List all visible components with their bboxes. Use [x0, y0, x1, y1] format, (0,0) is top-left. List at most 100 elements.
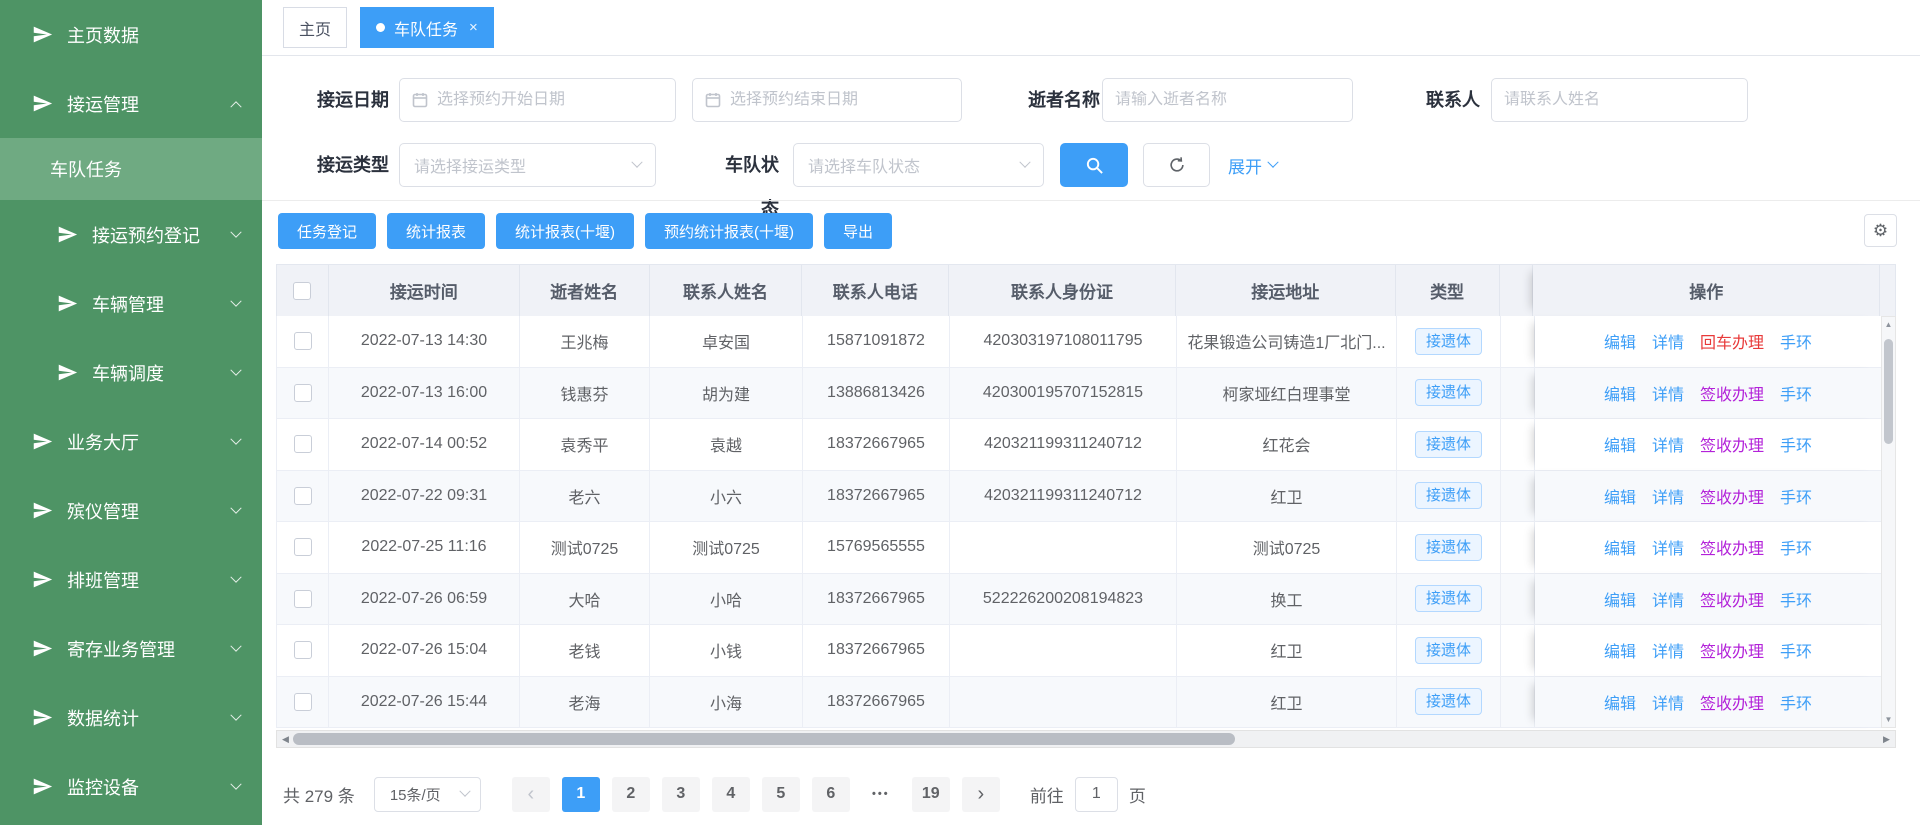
action-link[interactable]: 编辑 [1604, 535, 1636, 559]
expand-link[interactable]: 展开 [1228, 143, 1277, 187]
sidebar-item-8[interactable]: 排班管理 [0, 545, 262, 614]
ellipsis-pages[interactable]: ••• [862, 777, 900, 812]
cell-phone: 13886813426 [803, 368, 950, 419]
page-button-4[interactable]: 4 [712, 777, 750, 812]
row-checkbox[interactable] [294, 538, 312, 556]
action-link[interactable]: 签收办理 [1700, 535, 1764, 559]
sidebar-item-9[interactable]: 寄存业务管理 [0, 614, 262, 683]
toolbar-button-1[interactable]: 统计报表 [387, 213, 485, 249]
sidebar-item-10[interactable]: 数据统计 [0, 683, 262, 752]
action-link[interactable]: 详情 [1652, 484, 1684, 508]
deceased-name-input[interactable] [1115, 91, 1340, 109]
sidebar-item-11[interactable]: 监控设备 [0, 752, 262, 821]
page-size-select[interactable]: 15条/页 [374, 777, 481, 812]
sidebar-item-7[interactable]: 殡仪管理 [0, 476, 262, 545]
date-end-input[interactable] [730, 91, 949, 109]
scroll-left-icon[interactable]: ◀ [277, 731, 294, 747]
action-link[interactable]: 签收办理 [1700, 638, 1764, 662]
action-link[interactable]: 手环 [1780, 690, 1812, 714]
action-link[interactable]: 编辑 [1604, 329, 1636, 353]
action-link[interactable]: 详情 [1652, 329, 1684, 353]
refresh-button[interactable] [1143, 143, 1210, 187]
action-link[interactable]: 签收办理 [1700, 484, 1764, 508]
fleet-status-select[interactable]: 请选择车队状态 [793, 143, 1044, 187]
page-button-2[interactable]: 2 [612, 777, 650, 812]
scroll-up-icon[interactable]: ▲ [1882, 320, 1895, 329]
action-link[interactable]: 手环 [1780, 381, 1812, 405]
date-start-input[interactable] [437, 91, 663, 109]
page-button-1[interactable]: 1 [562, 777, 600, 812]
row-checkbox[interactable] [294, 435, 312, 453]
date-end-field[interactable] [692, 78, 962, 122]
toolbar-button-2[interactable]: 统计报表(十堰) [496, 213, 634, 249]
action-link[interactable]: 编辑 [1604, 638, 1636, 662]
close-icon[interactable]: × [469, 20, 478, 35]
transfer-type-select[interactable]: 请选择接运类型 [399, 143, 656, 187]
sidebar-item-5[interactable]: 车辆调度 [0, 338, 262, 407]
sidebar-item-6[interactable]: 业务大厅 [0, 407, 262, 476]
action-link[interactable]: 详情 [1652, 638, 1684, 662]
action-link[interactable]: 详情 [1652, 381, 1684, 405]
action-link[interactable]: 手环 [1780, 329, 1812, 353]
search-button[interactable] [1060, 143, 1128, 187]
page-button-6[interactable]: 6 [812, 777, 850, 812]
action-link[interactable]: 详情 [1652, 690, 1684, 714]
scroll-down-icon[interactable]: ▼ [1882, 715, 1895, 724]
row-checkbox[interactable] [294, 693, 312, 711]
sidebar-item-0[interactable]: 主页数据 [0, 0, 262, 69]
tab-home[interactable]: 主页 [283, 7, 347, 48]
action-link[interactable]: 签收办理 [1700, 432, 1764, 456]
row-checkbox[interactable] [294, 487, 312, 505]
prev-page-button[interactable]: ‹ [512, 777, 550, 812]
page-button-3[interactable]: 3 [662, 777, 700, 812]
column-settings-button[interactable]: ⚙ [1864, 214, 1897, 247]
scroll-right-icon[interactable]: ▶ [1878, 731, 1895, 747]
tab-fleet-tasks[interactable]: 车队任务 × [360, 7, 494, 48]
row-checkbox[interactable] [294, 384, 312, 402]
cell-actions: 编辑详情签收办理手环 [1535, 625, 1882, 676]
action-link[interactable]: 详情 [1652, 587, 1684, 611]
horizontal-scrollbar[interactable]: ◀ ▶ [276, 730, 1896, 748]
action-link[interactable]: 编辑 [1604, 432, 1636, 456]
vertical-scrollbar[interactable]: ▲ ▼ [1881, 316, 1896, 728]
select-all-checkbox[interactable] [293, 282, 311, 300]
action-link[interactable]: 签收办理 [1700, 587, 1764, 611]
goto-page-input[interactable] [1075, 777, 1118, 812]
action-link[interactable]: 详情 [1652, 432, 1684, 456]
action-link[interactable]: 编辑 [1604, 381, 1636, 405]
action-link[interactable]: 编辑 [1604, 587, 1636, 611]
action-link[interactable]: 手环 [1780, 535, 1812, 559]
action-link[interactable]: 手环 [1780, 432, 1812, 456]
toolbar-button-0[interactable]: 任务登记 [278, 213, 376, 249]
toolbar-button-3[interactable]: 预约统计报表(十堰) [645, 213, 813, 249]
page-button-5[interactable]: 5 [762, 777, 800, 812]
deceased-name-field[interactable] [1102, 78, 1353, 122]
contact-name-input[interactable] [1504, 91, 1735, 109]
expand-label: 展开 [1228, 153, 1262, 178]
action-link[interactable]: 详情 [1652, 535, 1684, 559]
row-checkbox[interactable] [294, 641, 312, 659]
contact-name-field[interactable] [1491, 78, 1748, 122]
task-table: 接运时间逝者姓名联系人姓名联系人电话联系人身份证接运地址类型操作 2022-07… [276, 264, 1896, 728]
action-link[interactable]: 手环 [1780, 638, 1812, 662]
action-link[interactable]: 编辑 [1604, 690, 1636, 714]
sidebar-item-3[interactable]: 接运预约登记 [0, 200, 262, 269]
action-link[interactable]: 编辑 [1604, 484, 1636, 508]
action-link[interactable]: 手环 [1780, 587, 1812, 611]
action-link[interactable]: 手环 [1780, 484, 1812, 508]
vertical-scroll-thumb[interactable] [1884, 339, 1893, 444]
date-start-field[interactable] [399, 78, 676, 122]
sidebar-item-4[interactable]: 车辆管理 [0, 269, 262, 338]
action-link[interactable]: 签收办理 [1700, 381, 1764, 405]
action-link[interactable]: 回车办理 [1700, 329, 1764, 353]
sidebar-item-1[interactable]: 接运管理 [0, 69, 262, 138]
next-page-button[interactable]: › [962, 777, 1000, 812]
sidebar-item-2[interactable]: 车队任务 [0, 138, 262, 200]
page-button-19[interactable]: 19 [912, 777, 950, 812]
toolbar-button-4[interactable]: 导出 [824, 213, 892, 249]
action-link[interactable]: 签收办理 [1700, 690, 1764, 714]
row-checkbox[interactable] [294, 332, 312, 350]
horizontal-scroll-thumb[interactable] [293, 733, 1235, 745]
row-checkbox[interactable] [294, 590, 312, 608]
goto-label: 前往 [1030, 782, 1064, 807]
